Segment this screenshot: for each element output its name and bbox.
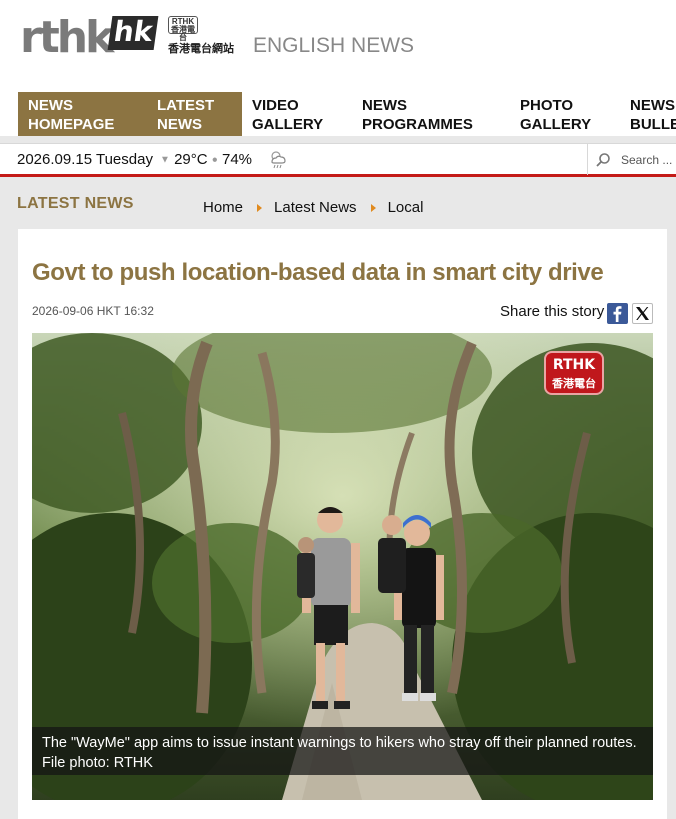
article-timestamp: 2026-09-06 HKT 16:32	[32, 304, 154, 318]
section-title: LATEST NEWS	[17, 195, 134, 212]
humidity-drop-icon: ●	[211, 154, 218, 166]
nav-latest-news[interactable]: LATEST NEWS	[147, 92, 242, 136]
humidity: 74%	[221, 151, 253, 168]
nav-photo-gallery[interactable]: PHOTO GALLERY	[510, 92, 620, 136]
watermark-rthk: RTHK	[552, 357, 596, 373]
article-headline: Govt to push location-based data in smar…	[32, 259, 604, 286]
nav-video-gallery[interactable]: VIDEO GALLERY	[242, 92, 352, 136]
search-box[interactable]: Search ...	[587, 144, 676, 175]
nav-news-bulletin[interactable]: NEWS BULLE	[620, 92, 676, 136]
logo-badge: RTHK 香港電台	[168, 16, 198, 42]
article-card: Govt to push location-based data in smar…	[18, 229, 667, 819]
site-section-title[interactable]: ENGLISH NEWS	[253, 34, 414, 58]
search-input[interactable]: Search ...	[621, 153, 672, 167]
rthk-watermark-logo: RTHK 香港電台	[544, 351, 604, 395]
logo-chinese-name: 香港電台網站	[168, 42, 234, 55]
breadcrumb: Home Latest News Local	[203, 199, 423, 216]
main-nav: NEWS HOMEPAGE LATEST NEWS VIDEO GALLERY …	[0, 92, 676, 136]
breadcrumb-home[interactable]: Home	[203, 199, 243, 216]
current-date: 2026.09.15 Tuesday	[17, 151, 153, 168]
nav-news-programmes[interactable]: NEWS PROGRAMMES	[352, 92, 510, 136]
logo-wordmark: rthk	[20, 12, 114, 63]
breadcrumb-latest-news[interactable]: Latest News	[274, 199, 357, 216]
thermometer-icon: ▼	[160, 154, 170, 166]
site-header: rthk hk RTHK 香港電台 香港電台網站 ENGLISH NEWS	[0, 0, 676, 92]
breadcrumb-arrow-icon	[257, 203, 263, 212]
temperature: 29°C	[174, 151, 208, 168]
share-label: Share this story	[500, 303, 605, 320]
article-photo[interactable]: RTHK 香港電台 The "WayMe" app aims to issue …	[32, 333, 653, 800]
photo-caption: The "WayMe" app aims to issue instant wa…	[32, 727, 653, 775]
breadcrumb-local[interactable]: Local	[388, 199, 424, 216]
info-bar: 2026.09.15 Tuesday ▼ 29°C ● 74% Search .…	[0, 143, 676, 177]
weather-readout: ▼ 29°C ● 74%	[160, 151, 252, 168]
rthk-logo[interactable]: rthk hk RTHK 香港電台 香港電台網站	[20, 14, 250, 64]
search-icon[interactable]	[595, 152, 611, 168]
x-share-icon[interactable]	[632, 303, 653, 324]
watermark-chinese: 香港電台	[552, 377, 596, 390]
breadcrumb-arrow-icon	[370, 203, 376, 212]
facebook-share-icon[interactable]	[607, 303, 628, 324]
partly-cloudy-rain-icon	[267, 148, 289, 170]
logo-hk-mark: hk	[107, 15, 159, 50]
nav-news-homepage[interactable]: NEWS HOMEPAGE	[18, 92, 147, 136]
